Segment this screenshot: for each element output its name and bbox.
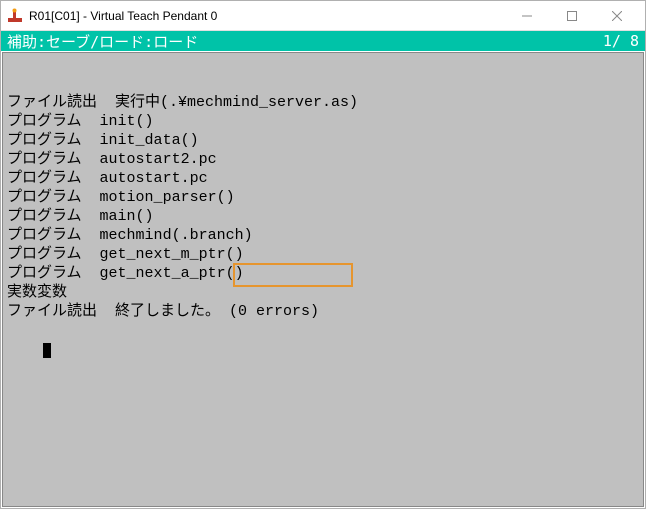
mode-path: 補助:セーブ/ロード:ロード: [7, 31, 603, 52]
app-window: R01[C01] - Virtual Teach Pendant 0 補助:セー…: [0, 0, 646, 509]
terminal-line: プログラム main(): [7, 207, 639, 226]
terminal-line: プログラム init(): [7, 112, 639, 131]
terminal-line: プログラム autostart.pc: [7, 169, 639, 188]
titlebar[interactable]: R01[C01] - Virtual Teach Pendant 0: [1, 1, 645, 31]
mode-header: 補助:セーブ/ロード:ロード 1/ 8: [1, 31, 645, 51]
close-button[interactable]: [594, 2, 639, 30]
terminal-line: 実数変数: [7, 283, 639, 302]
window-title: R01[C01] - Virtual Teach Pendant 0: [29, 9, 504, 23]
page-indicator: 1/ 8: [603, 32, 639, 50]
app-icon: [7, 8, 23, 24]
terminal-line: プログラム mechmind(.branch): [7, 226, 639, 245]
maximize-button[interactable]: [549, 2, 594, 30]
window-controls: [504, 2, 639, 30]
minimize-button[interactable]: [504, 2, 549, 30]
terminal-output[interactable]: ファイル読出 実行中(.¥mechmind_server.as)プログラム in…: [2, 52, 644, 507]
terminal-line: ファイル読出 実行中(.¥mechmind_server.as): [7, 93, 639, 112]
terminal-line: プログラム autostart2.pc: [7, 150, 639, 169]
terminal-line: プログラム init_data(): [7, 131, 639, 150]
terminal-line: ファイル読出 終了しました。 (0 errors): [7, 302, 639, 321]
terminal-line: プログラム get_next_a_ptr(): [7, 264, 639, 283]
terminal-line: プログラム get_next_m_ptr(): [7, 245, 639, 264]
terminal-line: プログラム motion_parser(): [7, 188, 639, 207]
terminal-cursor: [43, 343, 51, 358]
